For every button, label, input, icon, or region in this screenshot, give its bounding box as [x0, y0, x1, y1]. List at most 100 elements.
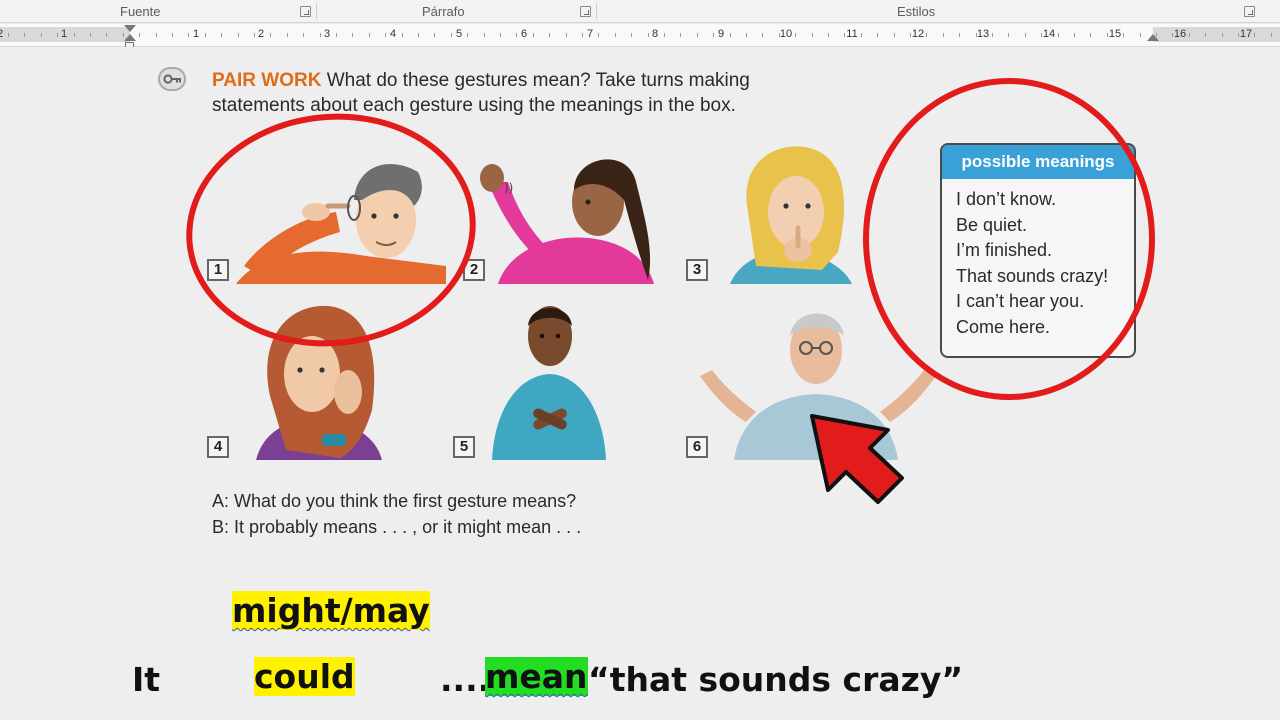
- ruler-tick: [1156, 33, 1157, 37]
- ruler-tick: [812, 33, 813, 37]
- ruler-tick: [631, 33, 632, 37]
- gesture-number-3: 3: [686, 259, 708, 281]
- ruler-number: 14: [1042, 28, 1056, 40]
- ruler-tick: [910, 33, 911, 37]
- gesture-3-illustration: [730, 146, 852, 284]
- dialog-line-a: A: What do you think the first gesture m…: [212, 491, 577, 511]
- group-label-paragraph: Párrafo: [422, 4, 465, 19]
- pair-work-label: PAIR WORK: [212, 70, 322, 91]
- ruler-number: 16: [1173, 28, 1187, 40]
- ruler-tick: [1107, 33, 1108, 37]
- first-line-indent-marker[interactable]: [124, 25, 136, 32]
- ruler-tick: [730, 33, 731, 37]
- gesture-number-5: 5: [453, 436, 475, 458]
- ruler-tick: [352, 33, 353, 37]
- paragraph-dialog-launcher-icon[interactable]: [580, 6, 591, 17]
- ruler-tick: [943, 33, 944, 37]
- ruler-number: 13: [976, 28, 990, 40]
- ruler-tick: [270, 33, 271, 37]
- ruler-tick: [713, 33, 714, 37]
- ruler-tick: [877, 33, 878, 37]
- ruler-tick: [90, 33, 91, 37]
- ruler-number: 1: [60, 28, 68, 40]
- ruler-tick: [139, 33, 140, 37]
- ruler-tick: [516, 33, 517, 37]
- highlight-mean[interactable]: mean: [485, 657, 588, 696]
- ruler-tick: [221, 33, 222, 37]
- ruler-tick: [697, 33, 698, 37]
- hanging-indent-marker[interactable]: [124, 34, 136, 41]
- ruler-number: 15: [1108, 28, 1122, 40]
- ruler-tick: [1090, 33, 1091, 37]
- ruler-number: 8: [651, 28, 659, 40]
- key-icon: [158, 67, 186, 91]
- ruler-tick: [451, 33, 452, 37]
- ruler-tick: [680, 33, 681, 37]
- ruler-tick: [648, 33, 649, 37]
- ruler-tick: [205, 33, 206, 37]
- ruler-tick: [779, 33, 780, 37]
- group-separator: [596, 3, 597, 19]
- ruler-tick: [24, 33, 25, 37]
- ruler-tick: [156, 33, 157, 37]
- group-label-font: Fuente: [120, 4, 161, 19]
- ruler-tick: [582, 33, 583, 37]
- highlight-could[interactable]: could: [254, 657, 355, 696]
- annotation-quote-that-sounds-crazy[interactable]: “that sounds crazy”: [588, 660, 963, 699]
- group-separator: [316, 3, 317, 19]
- ruler-tick: [959, 33, 960, 37]
- ruler-tick: [238, 33, 239, 37]
- highlight-might-may[interactable]: might/may: [232, 591, 430, 630]
- ruler-number: 2: [257, 28, 265, 40]
- ruler-tick: [1123, 33, 1124, 37]
- ruler-number: 9: [717, 28, 725, 40]
- ruler-number: 17: [1239, 28, 1253, 40]
- ruler-tick: [500, 33, 501, 37]
- ruler-tick: [1074, 33, 1075, 37]
- ruler-number: 2: [0, 28, 3, 40]
- ruler-number: 11: [846, 28, 858, 40]
- ruler-number: 1: [192, 28, 200, 40]
- ruler-tick: [8, 33, 9, 37]
- ruler-tick: [484, 33, 485, 37]
- ruler-tick: [1140, 33, 1141, 37]
- horizontal-ruler[interactable]: 2 1 1 2 3 4 5 6 7 8 9 10 11 12 13 14 15 …: [0, 24, 1280, 47]
- ruler-number: 5: [455, 28, 463, 40]
- ruler-tick: [336, 33, 337, 37]
- ruler-tick: [57, 33, 58, 37]
- ruler-number: 6: [520, 28, 528, 40]
- ruler-tick: [320, 33, 321, 37]
- ruler-tick: [762, 33, 763, 37]
- ruler-tick: [188, 33, 189, 37]
- ribbon-group-bar: Fuente Párrafo Estilos: [0, 0, 1280, 23]
- ruler-tick: [1205, 33, 1206, 37]
- dialog-line-b: B: It probably means . . . , or it might…: [212, 517, 582, 537]
- ruler-tick: [533, 33, 534, 37]
- ruler-tick: [894, 33, 895, 37]
- ruler-tick: [1041, 33, 1042, 37]
- styles-dialog-launcher-icon[interactable]: [1244, 6, 1255, 17]
- gesture-2-illustration: )): [480, 159, 654, 284]
- ruler-tick: [598, 33, 599, 37]
- ruler-tick: [303, 33, 304, 37]
- gesture-number-6: 6: [686, 436, 708, 458]
- ruler-tick: [287, 33, 288, 37]
- ruler-tick: [992, 33, 993, 37]
- ruler-tick: [828, 33, 829, 37]
- ruler-tick: [1238, 33, 1239, 37]
- ruler-tick: [1172, 33, 1173, 37]
- ruler-tick: [1189, 33, 1190, 37]
- ruler-tick: [1058, 33, 1059, 37]
- font-dialog-launcher-icon[interactable]: [300, 6, 311, 17]
- ruler-tick: [1222, 33, 1223, 37]
- annotation-subject-it[interactable]: It: [132, 660, 160, 699]
- ruler-tick: [434, 33, 435, 37]
- ruler-tick: [549, 33, 550, 37]
- right-indent-marker[interactable]: [1147, 34, 1159, 41]
- ruler-tick: [385, 33, 386, 37]
- gesture-5-illustration: [492, 306, 606, 460]
- ruler-tick: [861, 33, 862, 37]
- ruler-tick: [1271, 33, 1272, 37]
- group-label-styles: Estilos: [897, 4, 936, 19]
- ruler-tick: [795, 33, 796, 37]
